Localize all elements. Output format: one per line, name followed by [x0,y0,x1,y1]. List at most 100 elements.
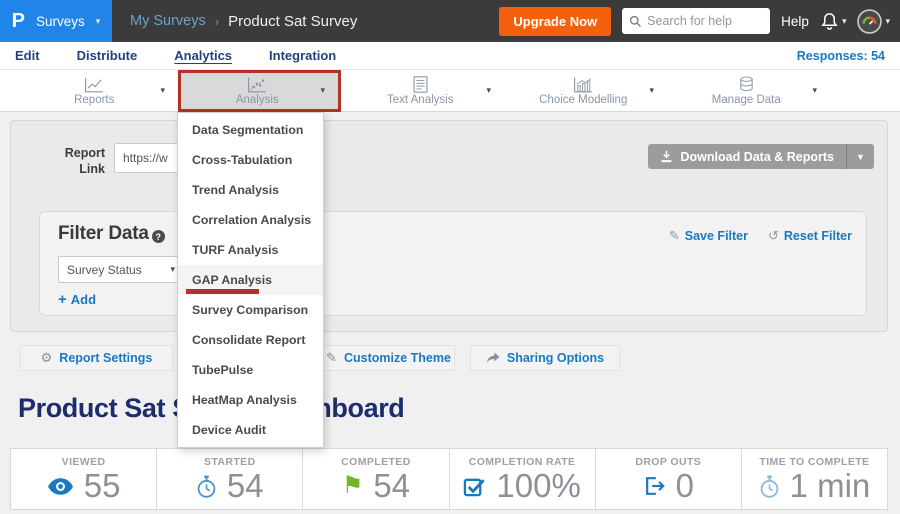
add-label: Add [71,292,96,307]
text-analysis-menu-button[interactable]: Text Analysis ▾ [341,70,504,112]
exit-icon [643,475,666,497]
checkbox-icon [463,475,486,498]
chevron-down-icon: ▾ [96,17,101,26]
eye-icon [47,478,74,495]
avatar [857,9,882,34]
menu-item-data-segmentation[interactable]: Data Segmentation [178,115,323,145]
chevron-down-icon: ▾ [649,86,654,95]
save-filter-button[interactable]: ✎ Save Filter [669,228,748,244]
help-search[interactable] [622,8,770,34]
flag-icon: ⚑ [342,474,364,498]
manage-data-menu-button[interactable]: Manage Data ▾ [667,70,830,112]
reset-icon: ↺ [768,228,779,244]
stats-bar: VIEWED 55 STARTED 54 COMPLETED [10,448,888,510]
bell-icon [820,12,839,31]
survey-status-value: Survey Status [67,263,142,277]
menu-item-label: GAP Analysis [192,273,272,287]
report-panel: Report Link Download Data & Reports ▼ Fi… [10,120,888,332]
analysis-menu-button[interactable]: Analysis ▾ [178,70,341,112]
menu-item-label: TubePulse [192,363,253,377]
gears-icon: ⚙ [41,350,53,366]
download-icon [660,150,673,163]
menu-item-heatmap-analysis[interactable]: HeatMap Analysis [178,385,323,415]
stat-completion-rate: COMPLETION RATE 100% [450,449,596,509]
save-filter-label: Save Filter [685,229,748,243]
stat-value: 54 [227,469,264,504]
stat-value: 55 [84,469,121,504]
analytics-toolbar: Reports ▾ Analysis ▾ [0,70,900,112]
menu-item-survey-comparison[interactable]: Survey Comparison [178,295,323,325]
responses-count[interactable]: Responses: 54 [797,49,885,63]
menu-item-device-audit[interactable]: Device Audit [178,415,323,445]
menu-item-label: Device Audit [192,423,266,437]
stat-value: 100% [496,469,580,504]
tab-edit[interactable]: Edit [15,48,40,63]
reset-filter-button[interactable]: ↺ Reset Filter [768,228,852,244]
account-menu-button[interactable]: ▾ [857,9,890,34]
toolbar-label: Text Analysis [387,94,453,106]
product-switcher[interactable]: P Surveys ▾ [0,0,112,42]
filter-panel: Filter Data ? ✎ Save Filter ↺ Reset Filt… [39,211,867,316]
upgrade-now-button[interactable]: Upgrade Now [499,7,611,36]
toolbar-cell: Manage Data ▾ [667,70,830,111]
report-settings-label: Report Settings [59,351,152,365]
menu-item-label: Survey Comparison [192,303,308,317]
tab-distribute[interactable]: Distribute [77,48,138,63]
menu-item-label: Trend Analysis [192,183,279,197]
toolbar-cell: Analysis ▾ [178,70,341,111]
help-icon[interactable]: ? [152,230,165,243]
menu-item-cross-tabulation[interactable]: Cross-Tabulation [178,145,323,175]
topbar-actions: Upgrade Now Help ▾ ▾ [499,7,900,36]
toolbar-cell: Choice Modelling ▾ [504,70,667,111]
report-link-label: Report Link [53,145,105,178]
download-options-caret[interactable]: ▼ [847,144,874,169]
bar-line-chart-icon [573,76,593,93]
menu-item-trend-analysis[interactable]: Trend Analysis [178,175,323,205]
notifications-button[interactable]: ▾ [820,12,847,31]
chevron-right-icon: › [215,14,219,29]
menu-item-correlation-analysis[interactable]: Correlation Analysis [178,205,323,235]
stat-time-to-complete: TIME TO COMPLETE 1 min [742,449,887,509]
main-content: Report Link Download Data & Reports ▼ Fi… [0,112,900,514]
breadcrumb-my-surveys[interactable]: My Surveys [130,13,206,29]
stat-value: 1 min [790,469,871,504]
tab-analytics[interactable]: Analytics [174,48,232,63]
tab-integration[interactable]: Integration [269,48,336,63]
timer-icon [759,475,780,498]
survey-status-select[interactable]: Survey Status ▾ [58,256,184,283]
survey-nav: Edit Distribute Analytics Integration Re… [0,42,900,70]
toolbar-cell: Reports ▾ [15,70,178,111]
search-input[interactable] [647,14,763,28]
menu-item-label: Consolidate Report [192,333,305,347]
filter-data-title: Filter Data [58,223,149,245]
sharing-options-label: Sharing Options [507,351,604,365]
database-icon [738,76,755,93]
toolbar-label: Choice Modelling [539,94,627,106]
breadcrumb: My Surveys › Product Sat Survey [130,13,357,30]
menu-item-label: TURF Analysis [192,243,278,257]
plus-icon: + [58,291,67,308]
document-icon [413,76,428,93]
chevron-down-icon: ▾ [320,86,325,95]
menu-item-gap-analysis[interactable]: GAP Analysis [178,265,323,295]
choice-modelling-menu-button[interactable]: Choice Modelling ▾ [504,70,667,112]
app-window: P Surveys ▾ My Surveys › Product Sat Sur… [0,0,900,514]
add-filter-button[interactable]: + Add [58,291,96,308]
tab-sharing-options[interactable]: Sharing Options [470,345,620,371]
stat-started: STARTED 54 [157,449,303,509]
stat-value: 0 [676,469,694,504]
menu-item-turf-analysis[interactable]: TURF Analysis [178,235,323,265]
line-chart-icon [84,76,104,93]
help-link[interactable]: Help [781,14,809,29]
menu-item-tubepulse[interactable]: TubePulse [178,355,323,385]
menu-item-consolidate-report[interactable]: Consolidate Report [178,325,323,355]
reports-menu-button[interactable]: Reports ▾ [15,70,178,112]
scatter-chart-icon [247,76,267,93]
toolbar-cell: Text Analysis ▾ [341,70,504,111]
chevron-down-icon: ▾ [160,86,165,95]
tab-customize-theme[interactable]: ✎ Customize Theme [322,345,455,371]
download-data-reports-button[interactable]: Download Data & Reports [648,144,848,169]
tab-report-settings[interactable]: ⚙ Report Settings [20,345,173,371]
analysis-dropdown-menu: Data Segmentation Cross-Tabulation Trend… [177,112,324,448]
menu-item-label: Correlation Analysis [192,213,311,227]
